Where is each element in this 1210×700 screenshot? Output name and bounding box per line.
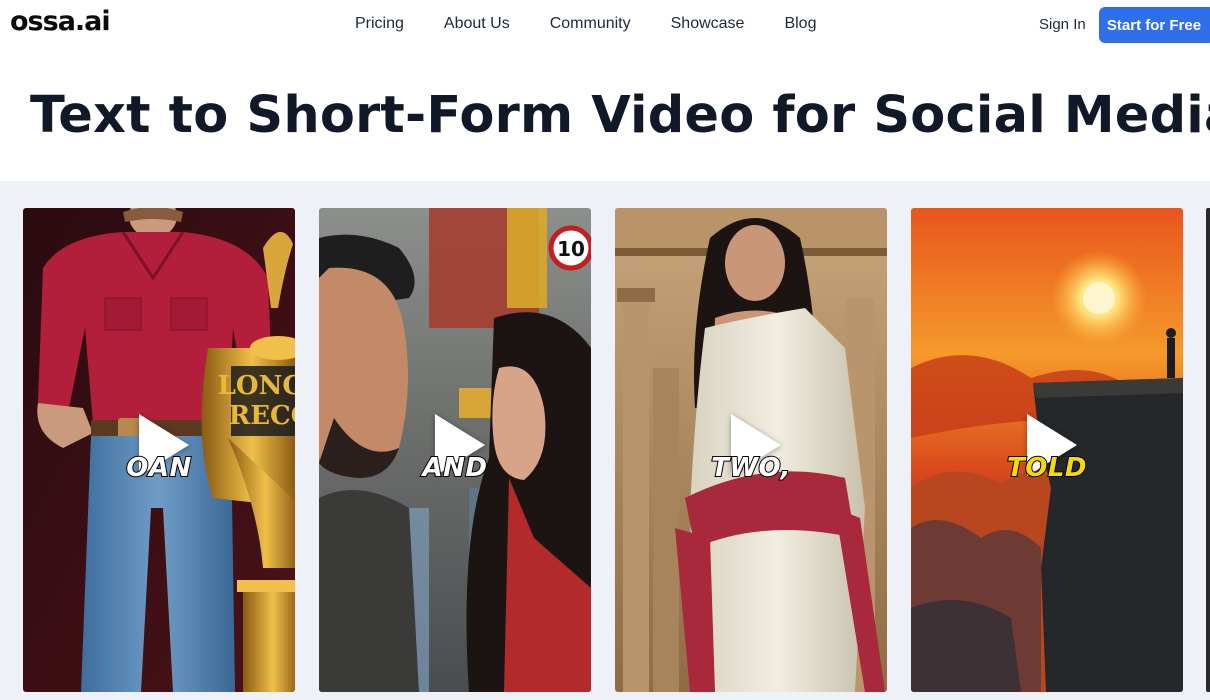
brand-logo[interactable]: ossa.ai xyxy=(10,6,111,37)
nav-link-pricing[interactable]: Pricing xyxy=(355,15,404,33)
nav-links: Pricing About Us Community Showcase Blog xyxy=(355,15,816,33)
nav-link-blog[interactable]: Blog xyxy=(784,15,816,33)
nav-link-showcase[interactable]: Showcase xyxy=(671,15,745,33)
video-caption: TWO, xyxy=(710,452,791,484)
sign-in-link[interactable]: Sign In xyxy=(1039,16,1086,33)
video-card-2[interactable]: 10 AND xyxy=(319,208,591,692)
start-for-free-button[interactable]: Start for Free xyxy=(1099,7,1210,43)
svg-text:LONGE: LONGE xyxy=(218,371,295,401)
svg-text:RECO: RECO xyxy=(229,401,295,431)
video-card-1[interactable]: LONGE RECO OAN xyxy=(23,208,295,692)
video-caption: AND xyxy=(422,452,488,484)
nav-link-about-us[interactable]: About Us xyxy=(444,15,510,33)
svg-text:10: 10 xyxy=(557,237,585,261)
nav-link-community[interactable]: Community xyxy=(550,15,631,33)
top-nav: ossa.ai Pricing About Us Community Showc… xyxy=(0,0,1210,52)
video-card-3[interactable]: TWO, xyxy=(615,208,887,692)
next-card-edge xyxy=(1206,208,1210,692)
video-card-4[interactable]: TOLD xyxy=(911,208,1183,692)
video-caption: OAN xyxy=(125,452,192,484)
video-gallery: LONGE RECO OAN 10 xyxy=(0,181,1210,700)
video-caption: TOLD xyxy=(1006,452,1088,484)
page-title: Text to Short-Form Video for Social Medi… xyxy=(30,86,1210,145)
